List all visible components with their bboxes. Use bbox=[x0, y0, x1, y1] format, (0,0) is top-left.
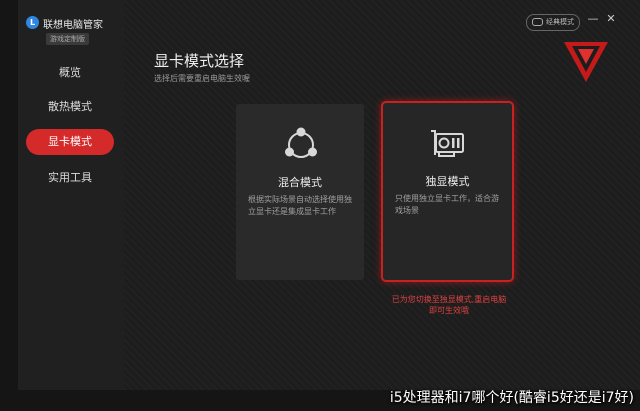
sidebar: L 联想电脑管家 游戏定制版 概览 散热模式 显卡模式 实用工具 bbox=[18, 0, 124, 390]
app-brand: L 联想电脑管家 游戏定制版 bbox=[26, 12, 122, 46]
toggle-icon bbox=[532, 18, 543, 26]
page-subtitle: 选择后需要重启电脑生效喔 bbox=[154, 74, 250, 83]
hybrid-mode-card[interactable]: 混合模式 根据实际场景自动选择使用独立显卡还是集成显卡工作 bbox=[236, 104, 364, 280]
sidebar-item-graphics-mode[interactable]: 显卡模式 bbox=[26, 129, 114, 155]
hybrid-share-icon bbox=[285, 127, 317, 158]
legion-logo-icon bbox=[564, 42, 608, 82]
switch-notice-line-1: 已为您切换至独显模式,重启电脑 bbox=[391, 295, 507, 304]
minimize-button[interactable]: — bbox=[586, 12, 600, 26]
page-title: 显卡模式选择 bbox=[154, 52, 245, 70]
app-window: L 联想电脑管家 游戏定制版 概览 散热模式 显卡模式 实用工具 经典模式 — … bbox=[0, 0, 640, 411]
classic-mode-toggle[interactable]: 经典模式 bbox=[526, 14, 580, 31]
discrete-mode-description: 只使用独立显卡工作，适合游戏场景 bbox=[395, 194, 499, 215]
image-caption: i5处理器和i7哪个好(酷睿i5好还是i7好) bbox=[389, 390, 634, 406]
close-button[interactable]: ✕ bbox=[604, 12, 618, 26]
switch-notice-line-2: 即可生效哦 bbox=[429, 306, 469, 315]
sidebar-item-utilities[interactable]: 实用工具 bbox=[26, 165, 114, 191]
discrete-mode-title: 独显模式 bbox=[425, 175, 470, 188]
app-name: 联想电脑管家 bbox=[43, 20, 103, 31]
hybrid-mode-description: 根据实际场景自动选择使用独立显卡还是集成显卡工作 bbox=[248, 195, 352, 216]
sidebar-item-cooling-mode[interactable]: 散热模式 bbox=[26, 94, 114, 120]
discrete-mode-card[interactable]: 独显模式 只使用独立显卡工作，适合游戏场景 bbox=[381, 101, 514, 282]
hybrid-mode-title: 混合模式 bbox=[278, 176, 322, 189]
sidebar-item-overview[interactable]: 概览 bbox=[26, 60, 114, 86]
graphics-card-icon bbox=[431, 130, 464, 157]
classic-mode-label: 经典模式 bbox=[546, 18, 574, 26]
switch-notice: 已为您切换至独显模式,重启电脑 即可生效哦 bbox=[374, 294, 524, 316]
main-panel: 经典模式 — ✕ 显卡模式选择 选择后需要重启电脑生效喔 混合模式 根据实际场景… bbox=[124, 0, 640, 390]
lenovo-logo-icon: L bbox=[26, 16, 39, 29]
edition-badge: 游戏定制版 bbox=[46, 33, 89, 45]
